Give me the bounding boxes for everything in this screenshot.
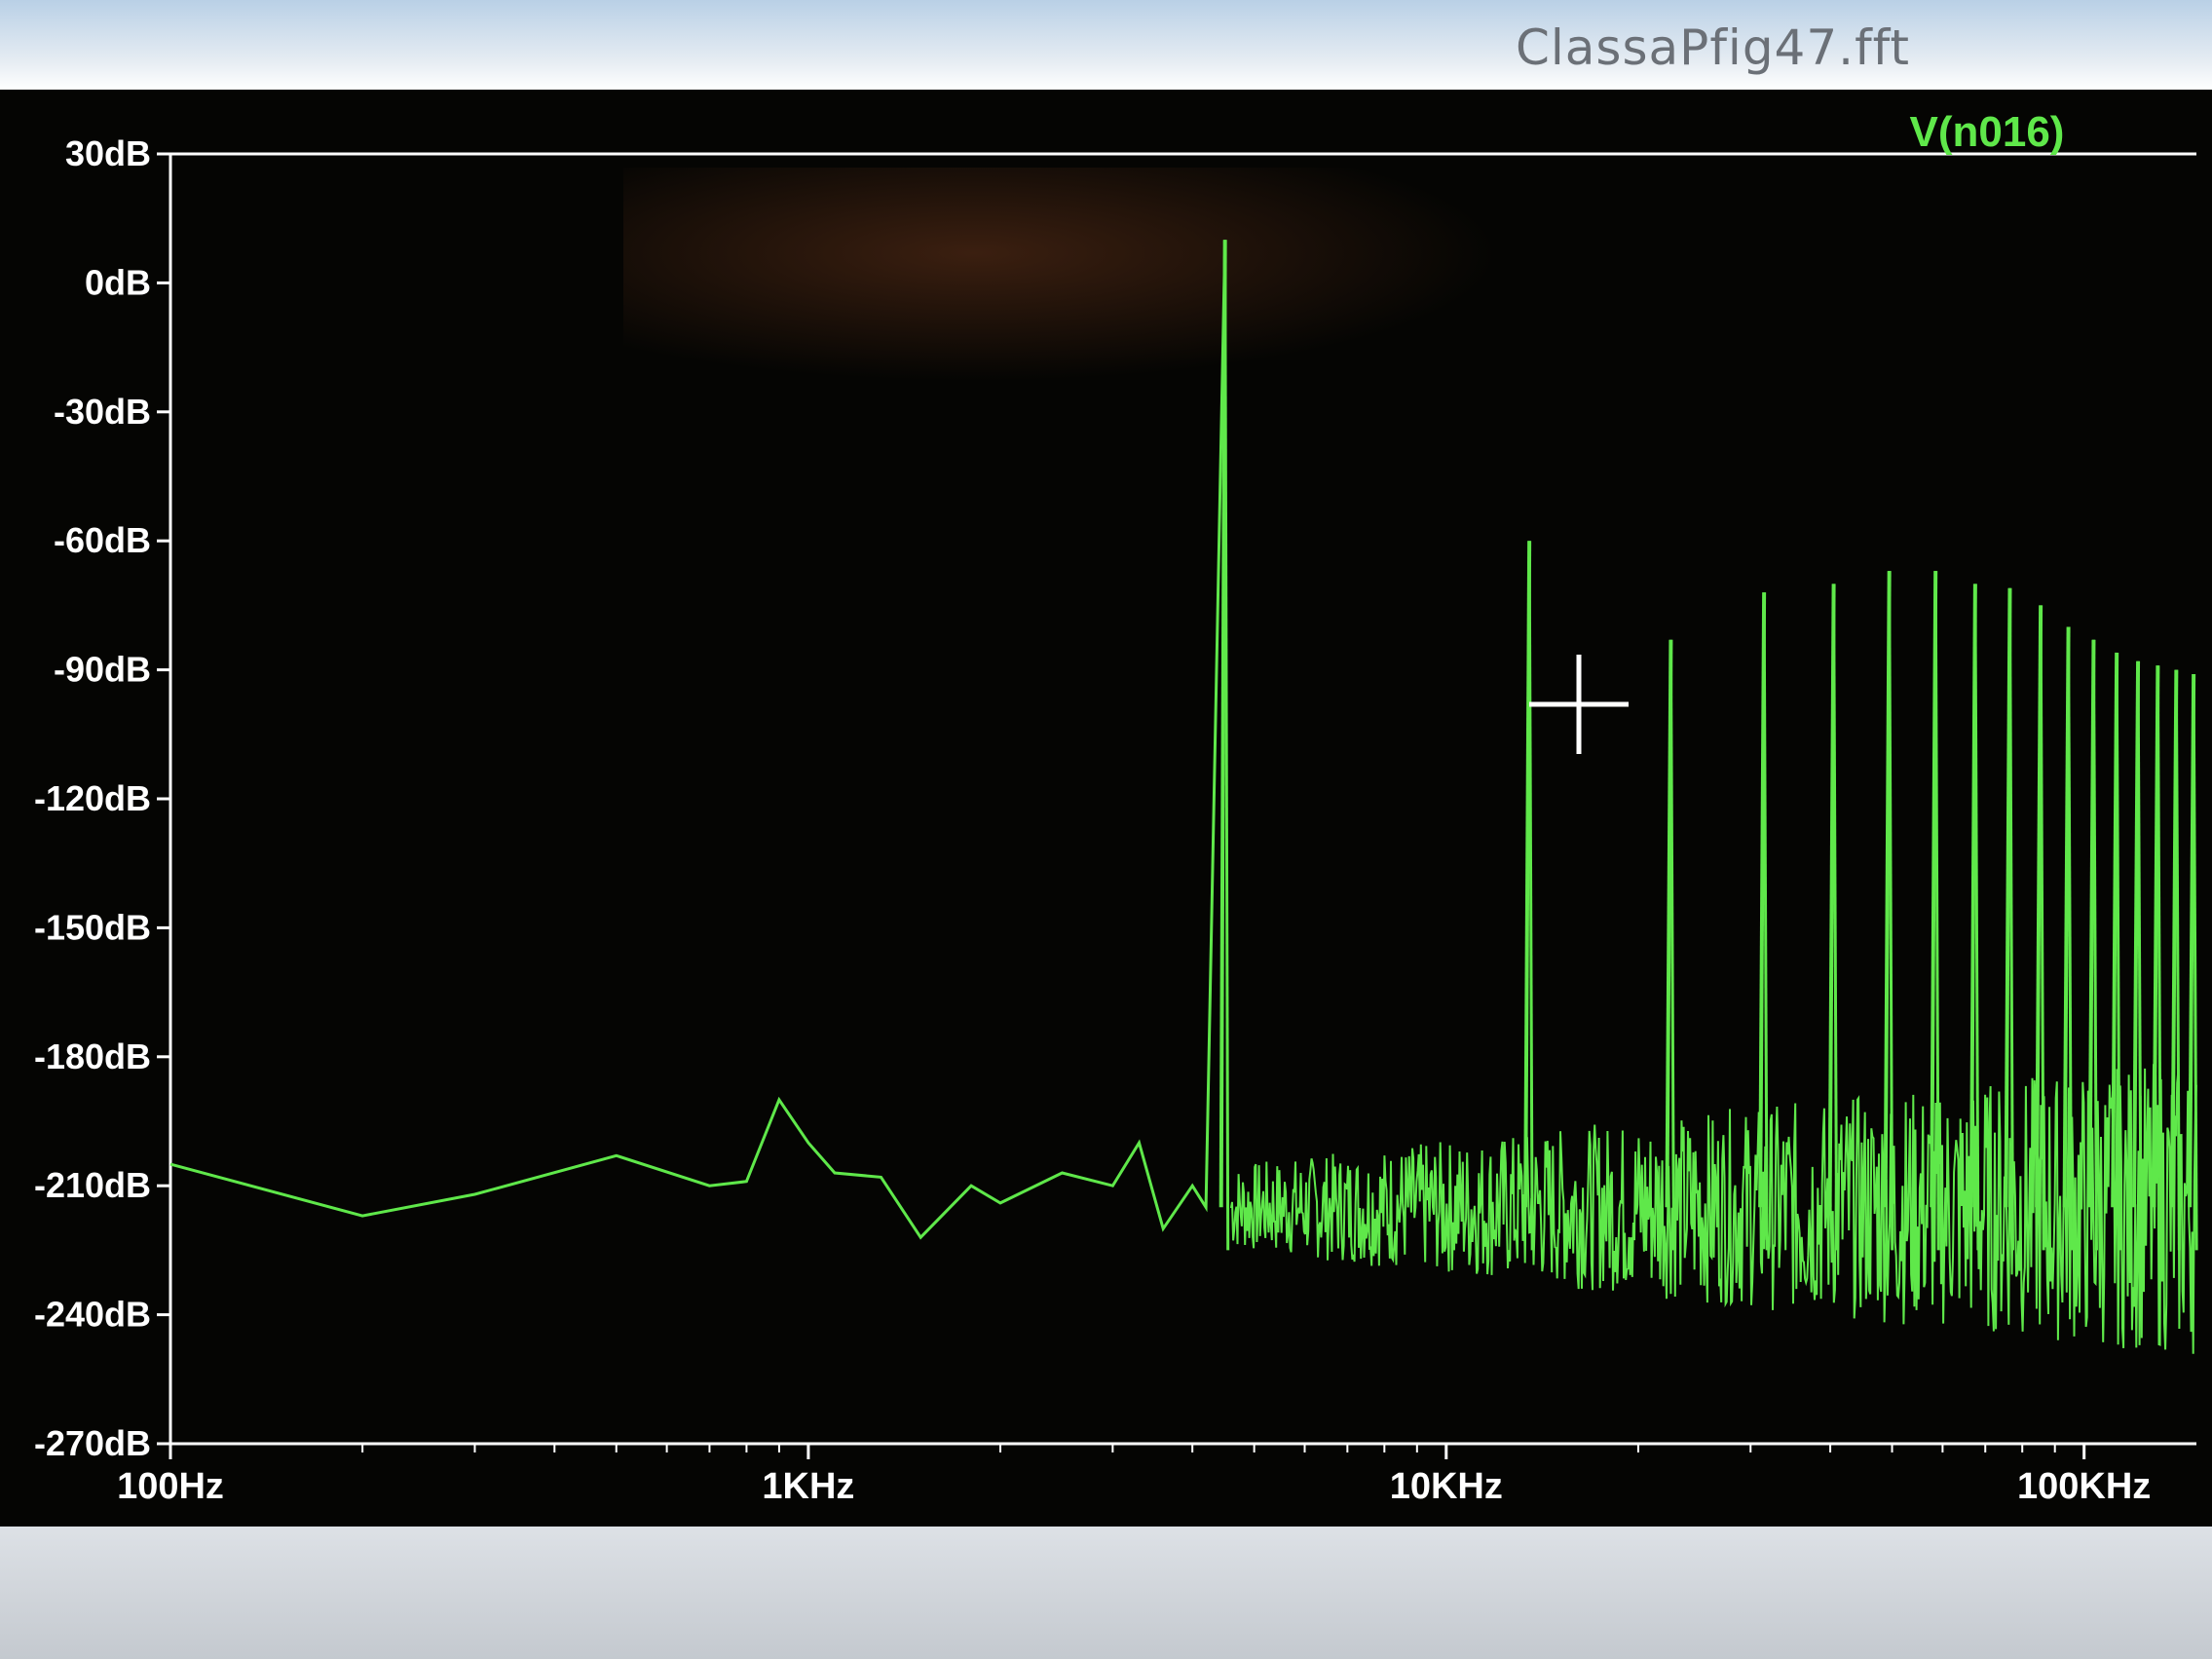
y-tick-label: -210dB <box>34 1165 151 1205</box>
window-bottom-edge <box>0 1527 2212 1659</box>
x-tick-label: 100Hz <box>117 1466 224 1507</box>
series-line <box>169 240 1227 1240</box>
x-tick-label: 1KHz <box>762 1466 854 1507</box>
trace-label: V(n016) <box>1910 108 2065 156</box>
harmonic-peak-edge <box>1832 584 1839 1251</box>
harmonic-peak-edge <box>2174 669 2181 1251</box>
harmonic-peak-edge <box>1527 541 1534 1251</box>
y-tick-label: -180dB <box>34 1037 151 1076</box>
y-tick-label: -90dB <box>54 650 151 690</box>
harmonic-peak-edge <box>1668 639 1675 1251</box>
y-tick-label: 0dB <box>85 262 151 302</box>
harmonic-peak-edge <box>1223 240 1230 1251</box>
y-tick-label: 30dB <box>65 133 151 173</box>
x-tick-label: 10KHz <box>1390 1466 1503 1507</box>
y-tick-label: -120dB <box>34 778 151 818</box>
y-tick-label: -150dB <box>34 907 151 947</box>
y-tick-label: -60dB <box>54 520 151 560</box>
x-tick-label: 100KHz <box>2017 1466 2151 1507</box>
y-tick-label: -240dB <box>34 1295 151 1335</box>
fft-chart[interactable]: 30dB 0dB -30dB -60dB -90dB -120dB -150dB -180dB… <box>0 0 2212 1659</box>
y-tick-label: -30dB <box>54 392 151 432</box>
y-tick-label: -270dB <box>34 1423 151 1463</box>
harmonic-peak-edge <box>2091 639 2098 1251</box>
noise-floor-line <box>1229 1064 2197 1354</box>
